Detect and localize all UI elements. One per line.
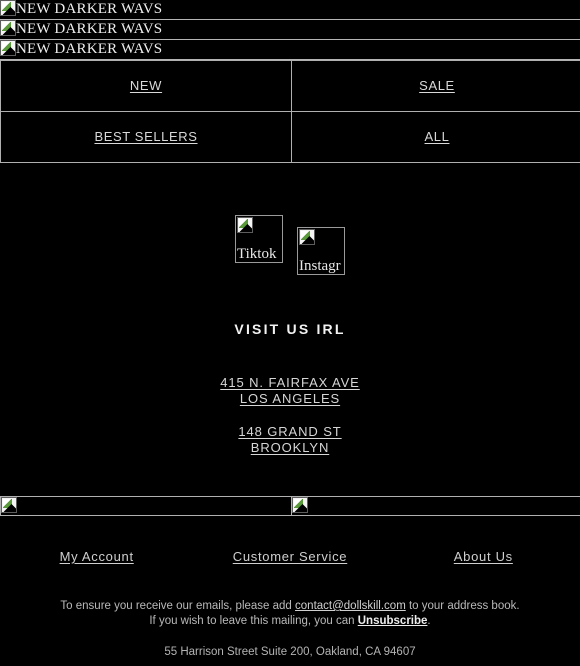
banner-row[interactable]: NEW DARKER WAVS xyxy=(0,0,580,20)
instagram-alt-text: Instagr xyxy=(299,258,341,274)
nav-cell-best-sellers[interactable]: BEST SELLERS xyxy=(0,111,292,163)
banner-section: NEW DARKER WAVS NEW DARKER WAVS NEW DARK… xyxy=(0,0,580,60)
banner-alt-text: NEW DARKER WAVS xyxy=(16,21,163,37)
visit-us-irl-heading: VISIT US IRL xyxy=(234,321,346,337)
nav-row: BEST SELLERS ALL xyxy=(0,111,580,163)
legal-line-1: To ensure you receive our emails, please… xyxy=(0,599,580,614)
broken-image-row xyxy=(298,228,315,245)
legal-line2-after: . xyxy=(427,615,431,627)
address-la-line1[interactable]: 415 N. FAIRFAX AVE xyxy=(0,375,580,391)
banner-row[interactable]: NEW DARKER WAVS xyxy=(0,20,580,40)
broken-image-icon xyxy=(0,0,16,16)
lower-image-link-left[interactable] xyxy=(1,497,17,514)
legal-line1-after: to your address book. xyxy=(405,600,520,612)
email-body: NEW DARKER WAVS NEW DARKER WAVS NEW DARK… xyxy=(0,0,580,660)
nav-cell-sale[interactable]: SALE xyxy=(291,60,580,112)
footer-link-my-account[interactable]: My Account xyxy=(60,549,134,564)
broken-image-row xyxy=(236,216,253,233)
lower-image-cell-left[interactable] xyxy=(0,496,292,516)
store-addresses: 415 N. FAIRFAX AVE LOS ANGELES 148 GRAND… xyxy=(0,375,580,456)
address-brooklyn-line1[interactable]: 148 GRAND ST xyxy=(0,424,580,440)
broken-image-icon xyxy=(299,229,315,245)
broken-image-icon xyxy=(1,497,17,513)
banner-image-link-2[interactable]: NEW DARKER WAVS xyxy=(0,20,162,38)
broken-image-icon xyxy=(237,217,253,233)
contact-email-link[interactable]: contact@dollskill.com xyxy=(295,600,406,612)
banner-alt-text: NEW DARKER WAVS xyxy=(16,41,163,57)
broken-image-icon xyxy=(292,497,308,513)
legal-line2-before: If you wish to leave this mailing, you c… xyxy=(149,615,358,627)
banner-row[interactable]: NEW DARKER WAVS xyxy=(0,40,580,60)
footer-cell-customer-service: Customer Service xyxy=(193,548,386,566)
social-icons-row: Tiktok Instagr xyxy=(0,215,580,275)
tiktok-alt-text: Tiktok xyxy=(237,246,277,262)
instagram-broken-image: Instagr xyxy=(297,227,345,275)
nav-link-all[interactable]: ALL xyxy=(425,129,450,144)
address-brooklyn-line2[interactable]: BROOKLYN xyxy=(0,440,580,456)
lower-images-tr xyxy=(0,496,580,516)
nav-link-sale[interactable]: SALE xyxy=(419,78,455,93)
footer-link-customer-service[interactable]: Customer Service xyxy=(233,549,348,564)
lower-image-cell-right[interactable] xyxy=(291,496,580,516)
nav-cell-new[interactable]: NEW xyxy=(0,60,292,112)
nav-row: NEW SALE xyxy=(0,60,580,112)
unsubscribe-link[interactable]: Unsubscribe xyxy=(358,615,428,627)
footer-links-row: My Account Customer Service About Us xyxy=(0,548,580,566)
footer-cell-about-us: About Us xyxy=(387,548,580,566)
nav-link-best-sellers[interactable]: BEST SELLERS xyxy=(94,129,197,144)
nav-cell-all[interactable]: ALL xyxy=(291,111,580,163)
footer-links-tr: My Account Customer Service About Us xyxy=(0,548,580,566)
broken-image-icon xyxy=(0,20,16,36)
legal-text: To ensure you receive our emails, please… xyxy=(0,599,580,660)
lower-images-row xyxy=(0,496,580,516)
nav-grid: NEW SALE BEST SELLERS ALL xyxy=(0,60,580,163)
broken-image-icon xyxy=(0,40,16,56)
address-la-line2[interactable]: LOS ANGELES xyxy=(0,391,580,407)
footer-cell-my-account: My Account xyxy=(0,548,193,566)
social-link-instagram[interactable]: Instagr xyxy=(297,227,345,275)
social-link-tiktok[interactable]: Tiktok xyxy=(235,215,283,263)
legal-line-2: If you wish to leave this mailing, you c… xyxy=(0,614,580,629)
company-address: 55 Harrison Street Suite 200, Oakland, C… xyxy=(164,646,416,658)
middle-section: Tiktok Instagr VISIT US IRL 415 N. FAIRF… xyxy=(0,163,580,496)
lower-image-link-right[interactable] xyxy=(292,497,308,514)
address-spacer xyxy=(0,407,580,424)
footer-link-about-us[interactable]: About Us xyxy=(454,549,513,564)
tiktok-broken-image: Tiktok xyxy=(235,215,283,263)
legal-line1-before: To ensure you receive our emails, please… xyxy=(60,600,296,612)
banner-image-link-1[interactable]: NEW DARKER WAVS xyxy=(0,0,162,18)
banner-image-link-3[interactable]: NEW DARKER WAVS xyxy=(0,40,162,58)
nav-link-new[interactable]: NEW xyxy=(130,78,162,93)
banner-alt-text: NEW DARKER WAVS xyxy=(16,1,163,17)
